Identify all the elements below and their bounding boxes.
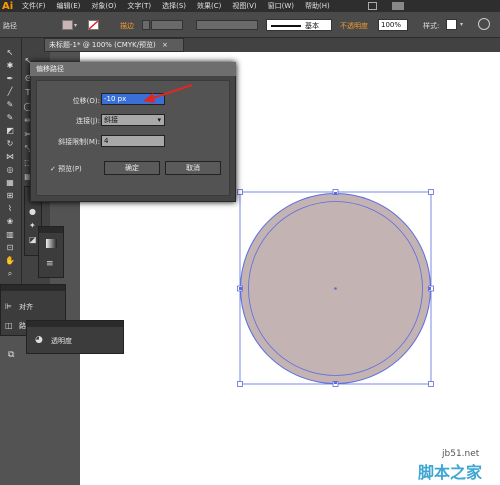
- watermark-url: jb51.net: [442, 449, 480, 459]
- annotation-arrow: [143, 84, 193, 103]
- watermark-text: 脚本之家: [418, 463, 483, 482]
